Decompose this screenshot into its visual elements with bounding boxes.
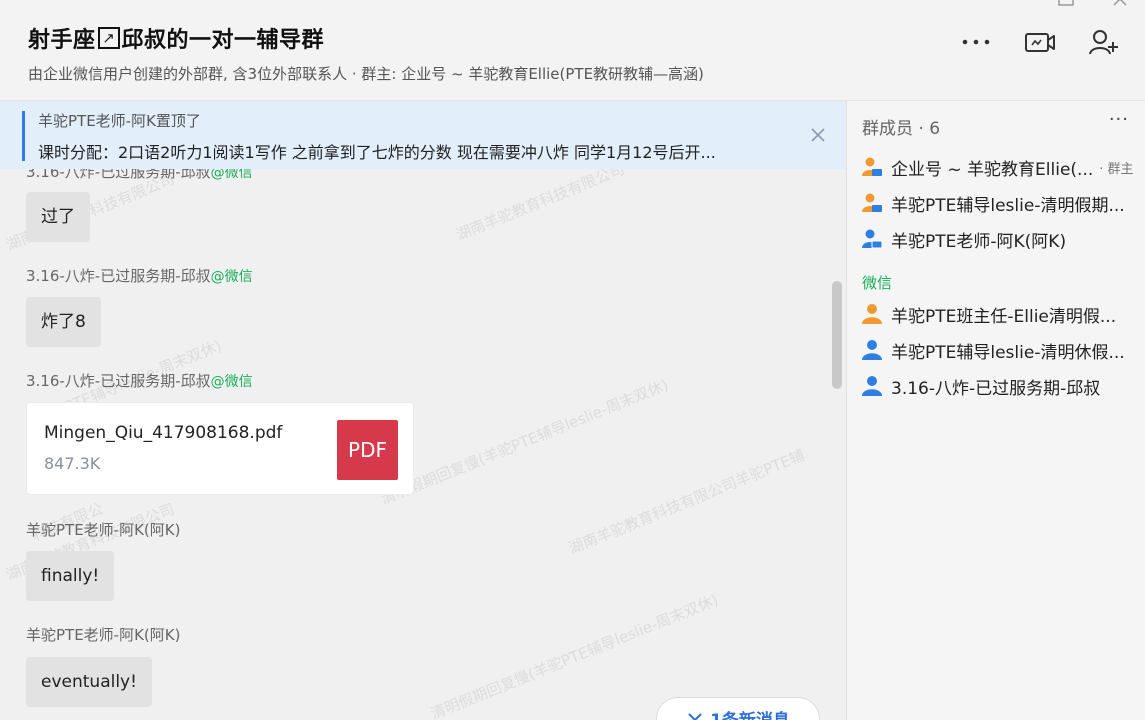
add-member-icon[interactable] [1087, 26, 1121, 58]
sender-source: @微信 [210, 374, 253, 390]
sender-name: 羊驼PTE老师-阿K(阿K) [26, 626, 181, 644]
message-bubble[interactable]: eventually! [26, 657, 152, 707]
member-name: 企业号 ~ 羊驼教育Ellie(... [891, 159, 1094, 180]
new-message-button[interactable]: 1条新消息 [656, 697, 820, 720]
member-item[interactable]: 羊驼PTE辅导leslie-清明假期... [861, 188, 1141, 218]
member-item[interactable]: 羊驼PTE老师-阿K(阿K) [861, 224, 1141, 254]
wechat-user-icon [861, 303, 883, 325]
member-name: 羊驼PTE辅导leslie-清明休假... [891, 342, 1125, 363]
pinned-title: 羊驼PTE老师-阿K置顶了 [38, 112, 201, 130]
message-bubble[interactable]: 炸了8 [26, 297, 101, 347]
pinned-body: 课时分配：2口语2听力1阅读1写作 之前拿到了七炸的分数 现在需要冲八炸 同学1… [38, 143, 716, 162]
file-attachment-card[interactable]: Mingen_Qiu_417908168.pdf 847.3K PDF [26, 402, 414, 495]
window-close-icon[interactable] [1112, 0, 1128, 6]
chat-subtitle: 由企业微信用户创建的外部群, 含3位外部联系人 · 群主: 企业号 ~ 羊驼教育… [28, 65, 704, 83]
member-panel: 群成员 · 6 ··· 企业号 ~ 羊驼教育Ellie(... · 群主 羊驼P… [846, 101, 1145, 720]
chevron-down-icon [688, 713, 702, 720]
message-sender: 3.16-八炸-已过服务期-邱叔@微信 [26, 265, 253, 286]
window-minimize-icon[interactable] [1058, 0, 1074, 6]
watermark: 清明假期回复慢(羊驼PTE辅导leslie-周末双休) [378, 375, 671, 509]
member-name: 羊驼PTE辅导leslie-清明假期... [891, 195, 1125, 216]
pdf-file-icon: PDF [337, 420, 398, 480]
member-item[interactable]: 3.16-八炸-已过服务期-邱叔 [861, 371, 1141, 401]
message-sender: 3.16-八炸-已过服务期-邱叔@微信 [26, 370, 253, 391]
company-user-icon [861, 228, 883, 250]
sender-name: 3.16-八炸-已过服务期-邱叔 [26, 372, 211, 390]
message-sender: 羊驼PTE老师-阿K(阿K) [26, 519, 180, 540]
member-count: 群成员 · 6 [862, 119, 941, 139]
group-chat-window: 射手座 ↗ 邱叔的一对一辅导群 由企业微信用户创建的外部群, 含3位外部联系人 … [0, 0, 1145, 720]
member-name: 羊驼PTE班主任-Ellie清明假... [891, 306, 1117, 327]
close-icon[interactable] [808, 125, 828, 145]
company-user-icon [861, 156, 883, 178]
member-item[interactable]: 羊驼PTE辅导leslie-清明休假... [861, 335, 1141, 365]
video-call-icon[interactable] [1023, 26, 1057, 58]
title-text-before: 射手座 [28, 28, 96, 53]
chat-title: 射手座 ↗ 邱叔的一对一辅导群 [28, 22, 324, 54]
wechat-user-icon [861, 339, 883, 361]
more-icon[interactable]: ··· [1109, 109, 1129, 130]
file-size: 847.3K [44, 454, 101, 473]
sender-name: 羊驼PTE老师-阿K(阿K) [26, 521, 181, 539]
wechat-section-label: 微信 [862, 274, 893, 292]
watermark: 湖南羊驼教育科技有限公司 [453, 159, 628, 245]
pinned-message-banner[interactable]: 羊驼PTE老师-阿K置顶了 课时分配：2口语2听力1阅读1写作 之前拿到了七炸的… [0, 101, 846, 169]
member-item[interactable]: 企业号 ~ 羊驼教育Ellie(... · 群主 [861, 152, 1141, 182]
company-user-icon [861, 192, 883, 214]
pinned-accent-bar [22, 111, 25, 161]
file-name: Mingen_Qiu_417908168.pdf [44, 423, 283, 443]
scrollbar-thumb[interactable] [832, 281, 842, 389]
message-list[interactable]: 湖南羊驼教育科技有限公司 湖南羊驼教育科技有限公司 羊驼PTE辅导leslie-… [0, 101, 846, 720]
arrow-emoji-icon: ↗ [97, 27, 120, 49]
watermark: 湖南羊驼教育科技有限公司羊驼PTE辅 [566, 446, 808, 558]
title-text-after: 邱叔的一对一辅导群 [121, 28, 325, 53]
member-item[interactable]: 羊驼PTE班主任-Ellie清明假... [861, 299, 1141, 329]
header-actions [959, 26, 1121, 58]
more-icon[interactable] [959, 26, 993, 58]
sender-source: @微信 [210, 269, 253, 285]
sender-name: 3.16-八炸-已过服务期-邱叔 [26, 267, 211, 285]
message-sender: 羊驼PTE老师-阿K(阿K) [26, 624, 180, 645]
message-bubble[interactable]: finally! [26, 551, 115, 601]
wechat-user-icon [861, 375, 883, 397]
member-name: 羊驼PTE老师-阿K(阿K) [891, 231, 1067, 252]
chat-header: 射手座 ↗ 邱叔的一对一辅导群 由企业微信用户创建的外部群, 含3位外部联系人 … [0, 0, 1145, 101]
owner-tag: · 群主 [1099, 161, 1134, 177]
message-bubble[interactable]: 过了 [26, 192, 90, 242]
member-name: 3.16-八炸-已过服务期-邱叔 [891, 378, 1101, 399]
new-message-label: 1条新消息 [710, 706, 790, 720]
